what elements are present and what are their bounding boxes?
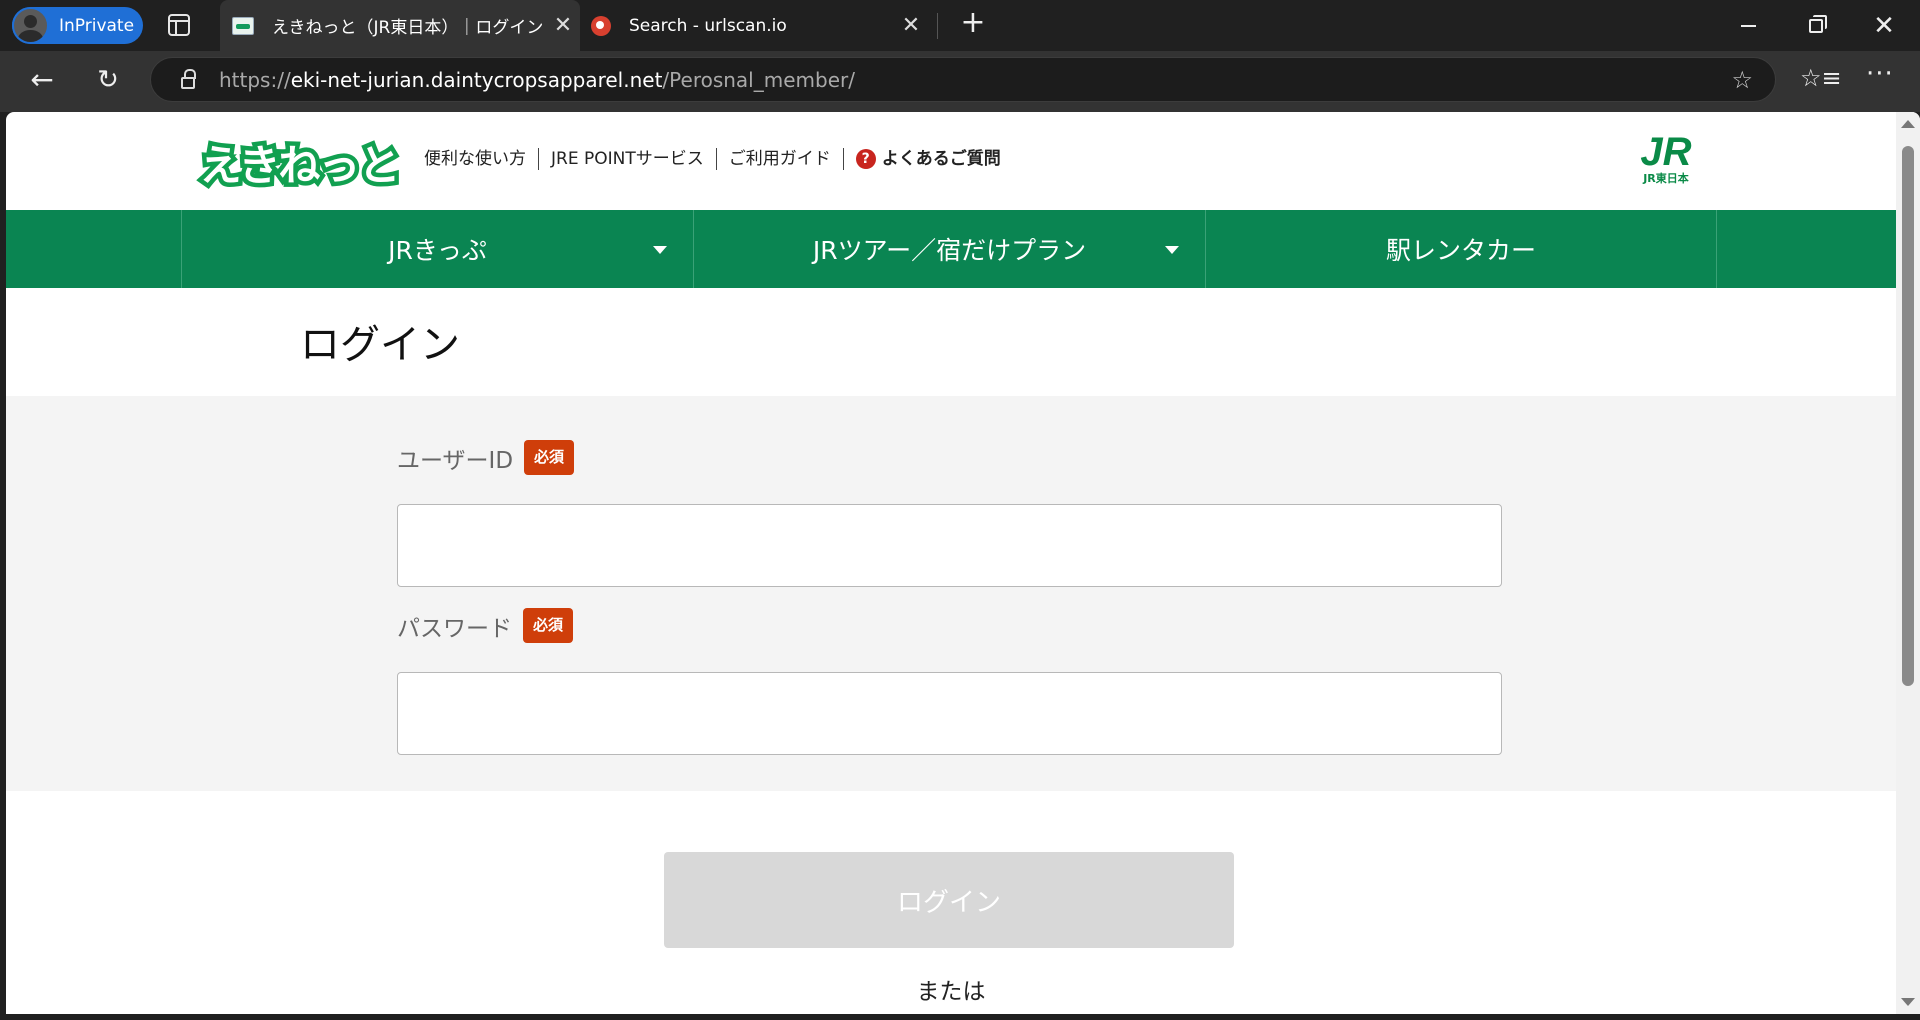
minimize-icon — [1740, 24, 1756, 27]
nav-rent-a-car[interactable]: 駅レンタカー — [1205, 210, 1717, 288]
tab-urlscan-search[interactable]: Search - urlscan.io ✕ — [588, 0, 928, 51]
user-id-label-text: ユーザーID — [397, 447, 514, 474]
favorite-star-icon[interactable]: ☆ — [1731, 66, 1753, 94]
browser-address-bar: ← ↻ https://eki-net-jurian.daintycropsap… — [0, 51, 1920, 112]
scrollbar-thumb[interactable] — [1902, 146, 1914, 686]
restore-icon — [1809, 14, 1827, 33]
url-host: eki-net-jurian.daintycropsapparel.net — [290, 67, 663, 92]
ekinet-logo-text: えきねっと — [195, 136, 405, 194]
header-link-faq[interactable]: ? よくあるご質問 — [842, 148, 1013, 170]
site-header: えきねっと 便利な使い方 JRE POINTサービス ご利用ガイド ? よくある… — [6, 112, 1896, 210]
page-scrollbar[interactable] — [1896, 112, 1920, 1014]
tab-close-icon[interactable]: ✕ — [546, 13, 580, 38]
nav-jr-tours[interactable]: JRツアー／宿だけプラン — [693, 210, 1205, 288]
tab-close-icon[interactable]: ✕ — [894, 13, 928, 38]
inprivate-profile-button[interactable]: InPrivate — [12, 7, 143, 44]
jr-east-logo[interactable]: JR JR東日本 — [1628, 132, 1704, 190]
ekinet-favicon-icon — [232, 16, 254, 35]
nav-jr-tickets[interactable]: JRきっぷ — [181, 210, 693, 288]
url-omnibox[interactable]: https://eki-net-jurian.daintycropsappare… — [150, 57, 1776, 102]
lock-icon[interactable] — [181, 68, 196, 89]
required-badge: 必須 — [524, 440, 575, 475]
favorites-list-icon[interactable]: ☆≡ — [1800, 64, 1842, 92]
url-scheme: https:// — [219, 67, 291, 92]
more-menu-icon[interactable]: ··· — [1866, 59, 1894, 89]
url-text[interactable]: https://eki-net-jurian.daintycropsappare… — [219, 68, 855, 92]
header-link-howto[interactable]: 便利な使い方 — [424, 148, 538, 170]
scroll-up-icon[interactable] — [1901, 120, 1915, 128]
user-id-input[interactable] — [397, 504, 1502, 587]
or-separator-text: または — [916, 979, 986, 1005]
required-badge: 必須 — [523, 608, 574, 643]
jr-logo-sub: JR東日本 — [1643, 172, 1689, 185]
page-title-area: ログイン — [6, 288, 1896, 396]
tab-actions-icon[interactable] — [168, 14, 190, 36]
nav-label: JRきっぷ — [388, 236, 487, 265]
minimize-window-button[interactable] — [1714, 0, 1782, 51]
login-form: ユーザーID 必須 パスワード 必須 — [6, 396, 1896, 791]
tab-title: えきねっと（JR東日本）｜ログイン — [272, 18, 544, 38]
password-input[interactable] — [397, 672, 1502, 755]
header-links: 便利な使い方 JRE POINTサービス ご利用ガイド ? よくあるご質問 — [424, 148, 1013, 170]
ekinet-logo[interactable]: えきねっと — [195, 132, 405, 194]
close-window-button[interactable]: ✕ — [1850, 0, 1918, 51]
nav-label: 駅レンタカー — [1385, 236, 1536, 265]
restore-window-button[interactable] — [1782, 0, 1850, 51]
reload-icon[interactable]: ↻ — [88, 61, 128, 101]
nav-label: JRツアー／宿だけプラン — [812, 236, 1087, 265]
urlscan-favicon-icon — [591, 15, 611, 36]
tab-divider — [937, 13, 938, 39]
page-viewport: えきねっと 便利な使い方 JRE POINTサービス ご利用ガイド ? よくある… — [6, 112, 1920, 1014]
url-path: /Perosnal_member/ — [662, 67, 855, 92]
browser-tab-bar: InPrivate えきねっと（JR東日本）｜ログイン ✕ Search - u… — [0, 0, 1920, 51]
login-button[interactable]: ログイン — [664, 852, 1234, 948]
dropdown-caret-icon — [1165, 246, 1179, 254]
password-label: パスワード 必須 — [397, 608, 574, 643]
tab-ekinet-login[interactable]: えきねっと（JR東日本）｜ログイン ✕ — [220, 0, 580, 51]
header-link-jre-point[interactable]: JRE POINTサービス — [538, 148, 716, 170]
dropdown-caret-icon — [653, 246, 667, 254]
question-mark-icon: ? — [855, 149, 876, 169]
scroll-down-icon[interactable] — [1901, 998, 1915, 1006]
header-link-guide[interactable]: ご利用ガイド — [715, 148, 843, 170]
tab-title: Search - urlscan.io — [629, 15, 787, 36]
back-arrow-icon[interactable]: ← — [22, 61, 62, 101]
page-title: ログイン — [300, 322, 460, 368]
inprivate-label: InPrivate — [59, 15, 135, 36]
new-tab-icon[interactable]: + — [955, 6, 991, 42]
profile-avatar-icon — [12, 7, 49, 44]
faq-label: よくあるご質問 — [881, 149, 1001, 169]
jr-logo-mark: JR — [1640, 130, 1692, 174]
user-id-label: ユーザーID 必須 — [397, 440, 575, 475]
main-navigation: JRきっぷ JRツアー／宿だけプラン 駅レンタカー — [6, 210, 1896, 288]
password-label-text: パスワード — [397, 615, 512, 642]
